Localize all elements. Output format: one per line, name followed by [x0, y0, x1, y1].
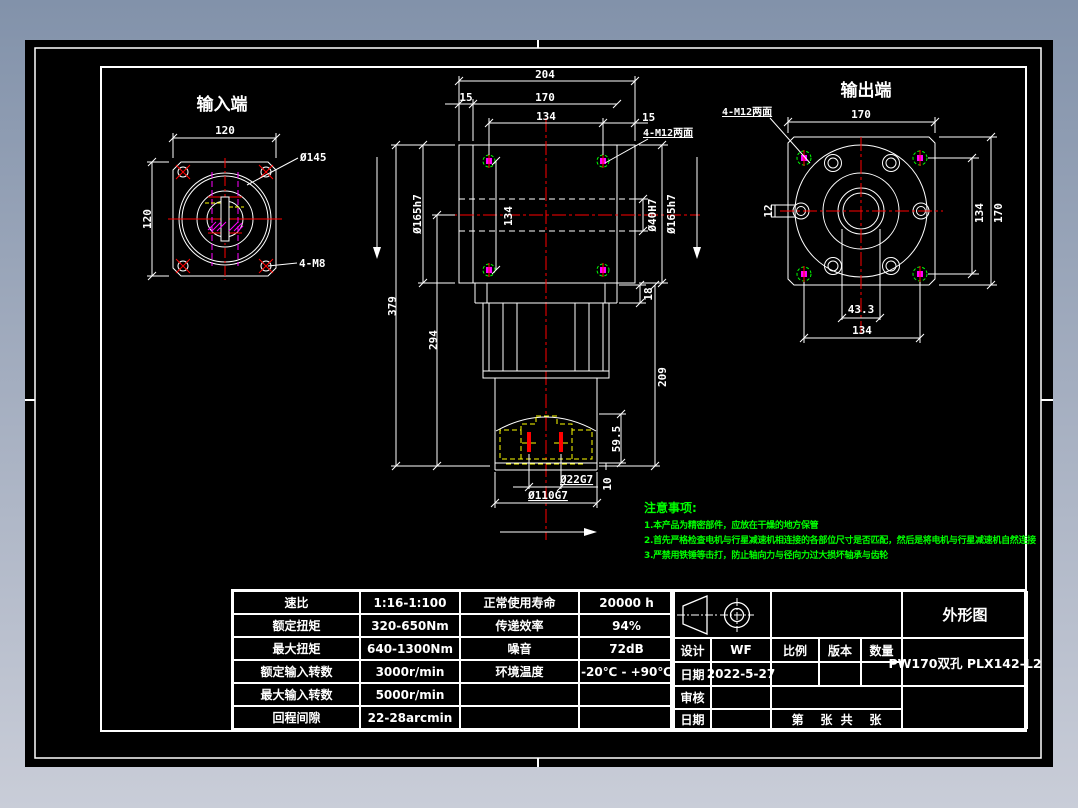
spec-label: 额定输入转数	[233, 660, 360, 683]
front-dim-flange: 170	[535, 91, 555, 104]
spec-value: 20000 h	[579, 591, 674, 614]
front-dim-center-height: 294	[427, 330, 440, 350]
output-dim-bolt-v: 134	[973, 203, 986, 223]
input-dim-height: 120	[141, 209, 154, 229]
version-value	[819, 662, 861, 686]
front-dim-bolt-h: 134	[536, 110, 556, 123]
projection-symbol-cell	[674, 591, 771, 638]
spec-label	[460, 683, 579, 706]
output-dim-key: 12	[762, 204, 775, 217]
spec-label: 额定扭矩	[233, 614, 360, 637]
qty-value	[861, 662, 902, 686]
scale-label: 比例	[771, 638, 819, 662]
spec-label: 噪音	[460, 637, 579, 660]
part-number: PW170双孔 PLX142-L2	[902, 638, 1028, 686]
output-dim-bolt-h: 134	[852, 324, 872, 337]
notes: 注意事项: 1.本产品为精密部件，应放在干燥的地方保管 2.首先严格检查电机与行…	[644, 499, 1029, 564]
front-dim-bell-height: 59.5	[610, 426, 623, 453]
spec-value	[579, 683, 674, 706]
front-label-bore-small: Ø22G7	[559, 473, 593, 486]
spec-label	[460, 706, 579, 729]
spec-label: 传递效率	[460, 614, 579, 637]
spec-value: 22-28arcmin	[360, 706, 460, 729]
output-dim-keyway: 43.3	[848, 303, 875, 316]
spec-label: 最大输入转数	[233, 683, 360, 706]
output-label-holes: 4-M12两面	[722, 106, 772, 118]
notes-title: 注意事项:	[644, 499, 1029, 516]
front-dim-overall: 204	[535, 68, 555, 81]
scale-value	[771, 662, 819, 686]
spec-label: 正常使用寿命	[460, 591, 579, 614]
title-block-empty-cell	[771, 686, 902, 709]
projection-symbol-icon	[675, 592, 770, 637]
title-block-empty-cell	[771, 591, 902, 638]
output-view-title: 输出端	[841, 80, 892, 101]
spec-value: 3000r/min	[360, 660, 460, 683]
output-dim-width: 170	[851, 108, 871, 121]
front-dim-step: 18	[642, 287, 655, 300]
spec-value: -20℃ - +90℃	[579, 660, 674, 683]
date2-label: 日期	[674, 709, 711, 729]
input-view-title: 输入端	[197, 94, 248, 115]
title-block: 外形图 设计 WF 比例 版本 数量 PW170双孔 PLX142-L2 日期 …	[672, 589, 1026, 731]
checker-label: 审核	[674, 686, 711, 709]
note-item: 1.本产品为精密部件，应放在干燥的地方保管	[644, 519, 1029, 534]
note-item: 3.严禁用铁锤等击打，防止轴向力与径向力过大损坏轴承与齿轮	[644, 549, 1029, 564]
version-label: 版本	[819, 638, 861, 662]
spec-label: 最大扭矩	[233, 637, 360, 660]
spec-label: 环境温度	[460, 660, 579, 683]
cad-canvas: 输入端	[0, 0, 1078, 808]
input-dim-width: 120	[215, 124, 235, 137]
front-dim-side-left: 15	[459, 91, 472, 104]
spec-value: 72dB	[579, 637, 674, 660]
front-dim-lower-height: 209	[656, 367, 669, 387]
output-dim-height: 170	[992, 203, 1005, 223]
spec-label: 速比	[233, 591, 360, 614]
drawing-type: 外形图	[902, 591, 1028, 638]
date-value: 2022-5-27	[711, 662, 771, 686]
front-dim-total-height: 379	[386, 296, 399, 316]
front-dim-side-right: 15	[642, 111, 655, 124]
spec-table: 速比 1:16-1:100 正常使用寿命 20000 h 额定扭矩 320-65…	[231, 589, 672, 731]
spec-label: 回程间隙	[233, 706, 360, 729]
front-dim-lip: 10	[601, 477, 614, 490]
input-label-holes: 4-M8	[299, 257, 326, 270]
spec-value: 320-650Nm	[360, 614, 460, 637]
front-dim-bore-right: Ø165h7	[665, 194, 678, 235]
designer-value: WF	[711, 638, 771, 662]
note-item: 2.首先严格检查电机与行星减速机相连接的各部位尺寸是否匹配，然后是将电机与行星减…	[644, 534, 1029, 549]
spec-value: 5000r/min	[360, 683, 460, 706]
front-dim-shaft-bore: Ø40H7	[646, 198, 659, 232]
front-label-bore-big: Ø110G7	[527, 489, 568, 502]
designer-label: 设计	[674, 638, 711, 662]
front-label-holes: 4-M12两面	[643, 127, 693, 139]
date-label: 日期	[674, 662, 711, 686]
checker-value	[711, 686, 771, 709]
front-dim-bolt-v: 134	[502, 206, 515, 226]
date2-value	[711, 709, 771, 729]
spec-value: 640-1300Nm	[360, 637, 460, 660]
spec-value	[579, 706, 674, 729]
sheet-numbering: 第 张 共 张	[771, 709, 902, 729]
spec-value: 1:16-1:100	[360, 591, 460, 614]
spec-value: 94%	[579, 614, 674, 637]
input-label-bolt-circle: Ø145	[299, 151, 327, 164]
front-dim-bore-left: Ø165h7	[411, 194, 424, 235]
title-block-empty-cell	[902, 686, 1028, 729]
